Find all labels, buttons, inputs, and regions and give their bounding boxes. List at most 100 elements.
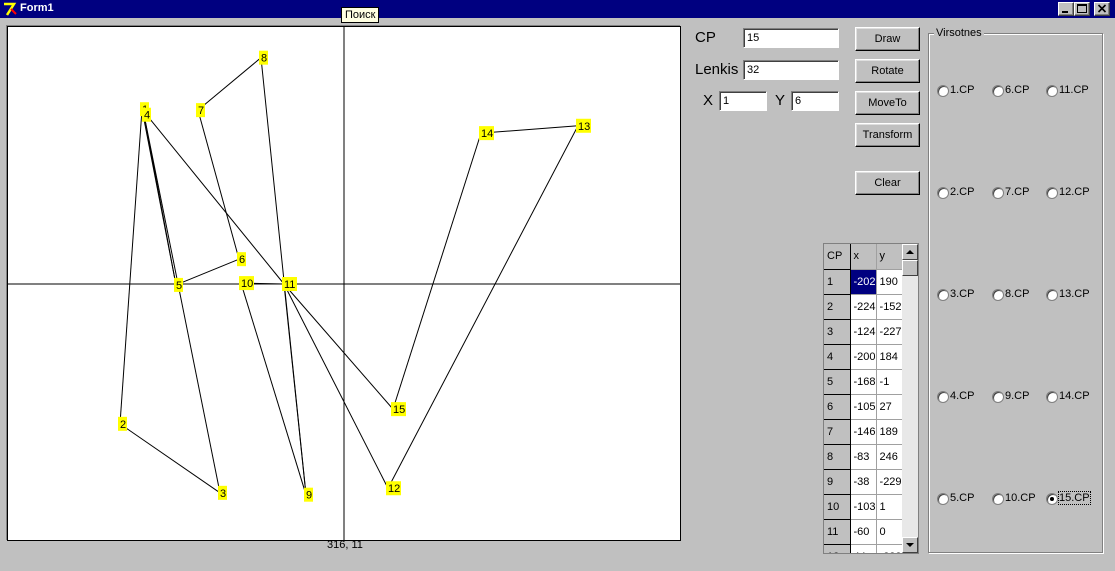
radio-circle[interactable]: [1046, 289, 1058, 301]
grid-cell-y[interactable]: 190: [876, 269, 903, 295]
grid-cell-y[interactable]: 0: [876, 519, 903, 545]
grid-vertical-scrollbar[interactable]: [902, 244, 918, 553]
transform-button[interactable]: Transform: [855, 123, 920, 147]
coordinates-grid[interactable]: CP x y 1 -202 190 2 -224 -152 3 -124 -227 4 -200 18…: [823, 243, 919, 554]
radio-circle[interactable]: [937, 493, 949, 505]
grid-cell-x[interactable]: -146: [850, 419, 877, 445]
table-row[interactable]: 3 -124 -227: [824, 319, 903, 345]
grid-cell-y[interactable]: -152: [876, 294, 903, 320]
vertex-label-5: 5: [174, 277, 183, 292]
grid-cell-y[interactable]: 189: [876, 419, 903, 445]
virsotnes-caption: Virsotnes: [934, 27, 984, 39]
table-row[interactable]: 5 -168 -1: [824, 369, 903, 395]
grid-cell-y[interactable]: 184: [876, 344, 903, 370]
radio-circle[interactable]: [937, 391, 949, 403]
radio-circle[interactable]: [937, 289, 949, 301]
radio-circle[interactable]: [992, 289, 1004, 301]
grid-cell-y[interactable]: 27: [876, 394, 903, 420]
grid-cell-x[interactable]: -38: [850, 469, 877, 495]
grid-cell-x[interactable]: -124: [850, 319, 877, 345]
radio-circle[interactable]: [1046, 391, 1058, 403]
rotate-button[interactable]: Rotate: [855, 59, 920, 83]
radio-circle[interactable]: [1046, 85, 1058, 97]
clear-button[interactable]: Clear: [855, 171, 920, 195]
vertex-label-text: 10: [241, 278, 253, 290]
grid-cell-y[interactable]: -229: [876, 469, 903, 495]
maximize-button[interactable]: [1074, 2, 1090, 16]
grid-cell-y[interactable]: 246: [876, 444, 903, 470]
grid-cell-y[interactable]: -1: [876, 369, 903, 395]
vertex-label-8: 8: [259, 50, 268, 65]
table-row[interactable]: 1244-222: [824, 544, 903, 553]
grid-cell-x[interactable]: -224: [850, 294, 877, 320]
radio-label: 7.CP: [1005, 186, 1030, 198]
grid-cell-x[interactable]: 44: [850, 544, 877, 553]
grid-header-x: x: [850, 244, 877, 270]
table-row[interactable]: 2 -224 -152: [824, 294, 903, 320]
vertex-label-13: 13: [576, 118, 591, 133]
grid-cell-y[interactable]: -227: [876, 319, 903, 345]
grid-cell-y[interactable]: -222: [876, 544, 903, 553]
polygon-edge: [143, 114, 221, 493]
grid-cell-x[interactable]: -168: [850, 369, 877, 395]
grid-header-y: y: [876, 244, 903, 270]
vertex-label-3: 3: [218, 485, 227, 500]
table-row[interactable]: 8 -83 246: [824, 444, 903, 470]
radio-circle[interactable]: [937, 85, 949, 97]
close-button[interactable]: [1094, 2, 1110, 16]
radio-circle[interactable]: [992, 85, 1004, 97]
scroll-thumb[interactable]: [902, 260, 918, 276]
tooltip: Поиск: [341, 7, 380, 23]
vertex-label-4: 4: [142, 107, 151, 122]
polygon-edge: [141, 108, 285, 285]
grid-row-number: 9: [824, 469, 851, 495]
grid-cell-x[interactable]: -105: [850, 394, 877, 420]
coordinates-table: CP x y 1 -202 190 2 -224 -152 3 -124 -227 4 -200 18…: [824, 244, 903, 553]
radio-selected-dot: [1050, 497, 1054, 501]
drawing-canvas[interactable]: 123456789101112131415: [7, 26, 681, 541]
grid-cell-y[interactable]: 1: [876, 494, 903, 520]
grid-row-number: 5: [824, 369, 851, 395]
radio-circle[interactable]: [937, 187, 949, 199]
maximize-icon: [1077, 4, 1087, 13]
scroll-up-button[interactable]: [902, 244, 918, 260]
grid-cell-x[interactable]: -103: [850, 494, 877, 520]
grid-cell-x[interactable]: -202: [850, 269, 877, 295]
radio-label: 8.CP: [1005, 288, 1030, 300]
radio-label: 3.CP: [950, 288, 975, 300]
table-row[interactable]: 11 -60 0: [824, 519, 903, 545]
radio-circle[interactable]: [1046, 493, 1058, 505]
cp-input[interactable]: 15: [743, 28, 839, 48]
table-row[interactable]: 4 -200 184: [824, 344, 903, 370]
grid-row-number: 7: [824, 419, 851, 445]
table-row[interactable]: 7 -146 189: [824, 419, 903, 445]
x-input[interactable]: 1: [719, 91, 767, 111]
vertex-label-12: 12: [386, 481, 401, 496]
vertex-label-9: 9: [304, 487, 313, 502]
radio-circle[interactable]: [992, 187, 1004, 199]
polygon-edge: [197, 109, 240, 260]
radio-circle[interactable]: [1046, 187, 1058, 199]
table-row[interactable]: 10 -103 1: [824, 494, 903, 520]
scroll-down-button[interactable]: [902, 537, 918, 553]
draw-button[interactable]: Draw: [855, 27, 920, 51]
radio-label: 5.CP: [950, 492, 975, 504]
y-label: Y: [775, 92, 786, 109]
vertex-label-text: 5: [176, 280, 182, 292]
radio-circle[interactable]: [992, 493, 1004, 505]
minimize-button[interactable]: [1058, 2, 1074, 16]
table-row[interactable]: 6 -105 27: [824, 394, 903, 420]
table-row[interactable]: 9 -38 -229: [824, 469, 903, 495]
polygon-edge: [392, 132, 482, 410]
y-input[interactable]: 6: [791, 91, 839, 111]
moveto-button[interactable]: MoveTo: [855, 91, 920, 115]
radio-circle[interactable]: [992, 391, 1004, 403]
lenkis-input[interactable]: 32: [743, 60, 839, 80]
grid-cell-x[interactable]: -60: [850, 519, 877, 545]
grid-cell-x[interactable]: -83: [850, 444, 877, 470]
vertex-label-11: 11: [282, 277, 297, 291]
table-row[interactable]: 1 -202 190: [824, 269, 903, 295]
grid-row-number: 11: [824, 519, 851, 545]
grid-cell-x[interactable]: -200: [850, 344, 877, 370]
radio-label: 14.CP: [1059, 390, 1090, 402]
